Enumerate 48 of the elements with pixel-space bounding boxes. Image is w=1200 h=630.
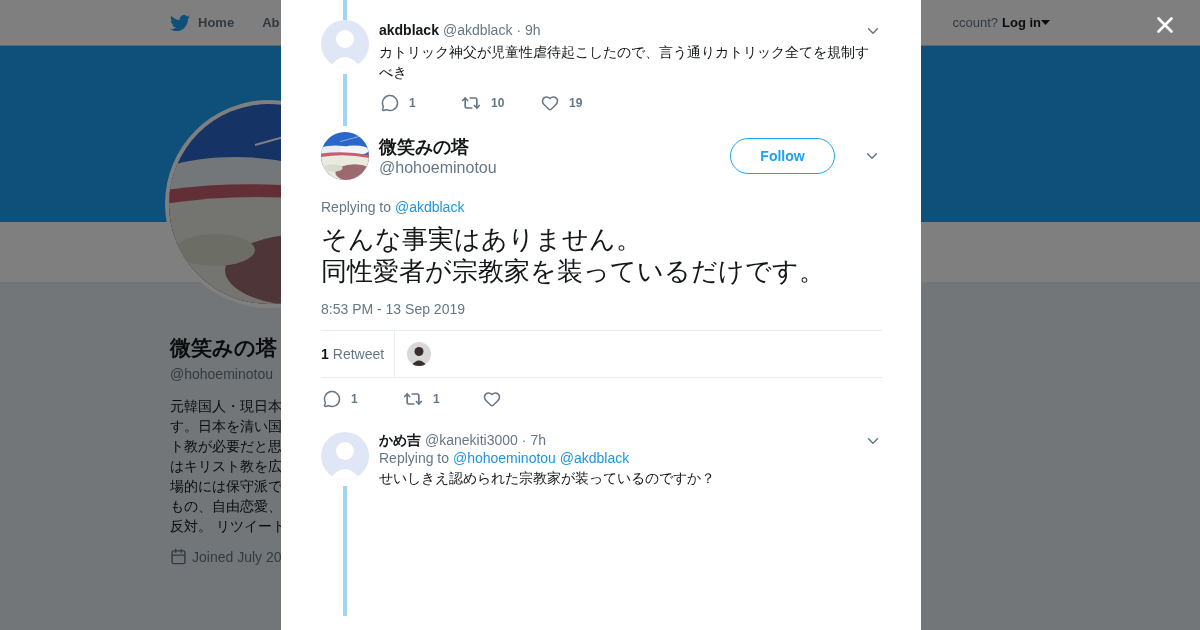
user-name[interactable]: かめ吉	[379, 432, 421, 450]
user-name[interactable]: 微笑みの塔	[379, 137, 469, 157]
reply-icon	[323, 390, 341, 408]
tweet-date: 8:53 PM - 13 Sep 2019	[321, 301, 466, 317]
user-handle[interactable]: @akdblack	[442, 22, 513, 38]
tweet-time[interactable]: · 9h	[516, 22, 541, 38]
bio-text: ト教が必要だと思	[170, 437, 282, 456]
user-handle[interactable]: @hohoeminotou	[379, 159, 497, 176]
mention-link[interactable]: @hohoeminotou	[452, 450, 556, 466]
mention-link[interactable]: @akdblack	[559, 450, 630, 466]
reply-icon	[381, 94, 399, 112]
like-icon	[483, 390, 501, 408]
login-link[interactable]: Log in	[1002, 15, 1050, 30]
bio-text: もの、自由恋愛、	[170, 497, 282, 516]
nav-link[interactable]: Home	[170, 12, 235, 33]
tweet-text: そんな事実はありません。	[321, 223, 643, 255]
retweet-count[interactable]: 1 Retweet	[321, 331, 396, 377]
follow-button[interactable]: Follow	[730, 138, 835, 174]
avatar-icon	[321, 20, 369, 68]
mention-link[interactable]: @akdblack	[394, 199, 465, 215]
user-name[interactable]: akdblack	[379, 22, 439, 38]
like-icon	[541, 94, 559, 112]
bio-text: はキリスト教を広	[170, 457, 282, 476]
like-button[interactable]: 19	[539, 94, 619, 112]
calendar-icon	[170, 548, 187, 565]
joined-date: Joined July 20	[192, 548, 282, 565]
login-prompt: ccount?	[952, 15, 998, 30]
reply-button[interactable]: 1	[379, 94, 459, 112]
bio-text: す。日本を清い国	[170, 417, 282, 436]
profile-handle: @hohoeminotou	[170, 366, 273, 382]
tweet-text: せいしきえ認められた宗教家が装っているのですか？	[379, 469, 716, 488]
bio-text: 場的には保守派で	[170, 477, 282, 496]
tweet-text: 同性愛者が宗教家を装っているだけです。	[321, 255, 826, 287]
tweet-text: カトリック神父が児童性虐待起こしたので、言う通りカトリック全てを規制すべき	[379, 43, 870, 82]
user-handle[interactable]: @kanekiti3000	[425, 432, 518, 448]
tweet-time[interactable]: · 7h	[521, 432, 546, 448]
replying-to-text: Replying to @akdblack	[321, 199, 466, 215]
bio-text: 元韓国人・現日本	[170, 397, 282, 416]
reply-button[interactable]: 1	[321, 390, 401, 408]
avatar-icon	[321, 432, 369, 480]
caret-icon	[1041, 19, 1050, 26]
nav-link[interactable]: Ab	[262, 15, 280, 30]
retweet-button[interactable]: 10	[459, 93, 539, 113]
avatar-icon	[407, 342, 432, 366]
replying-to-text: Replying to @hohoeminotou @akdblack	[379, 450, 631, 466]
bird-logo-icon	[170, 12, 190, 33]
profile-name: 微笑みの塔	[170, 335, 277, 361]
retweet-button[interactable]: 1	[401, 389, 481, 409]
